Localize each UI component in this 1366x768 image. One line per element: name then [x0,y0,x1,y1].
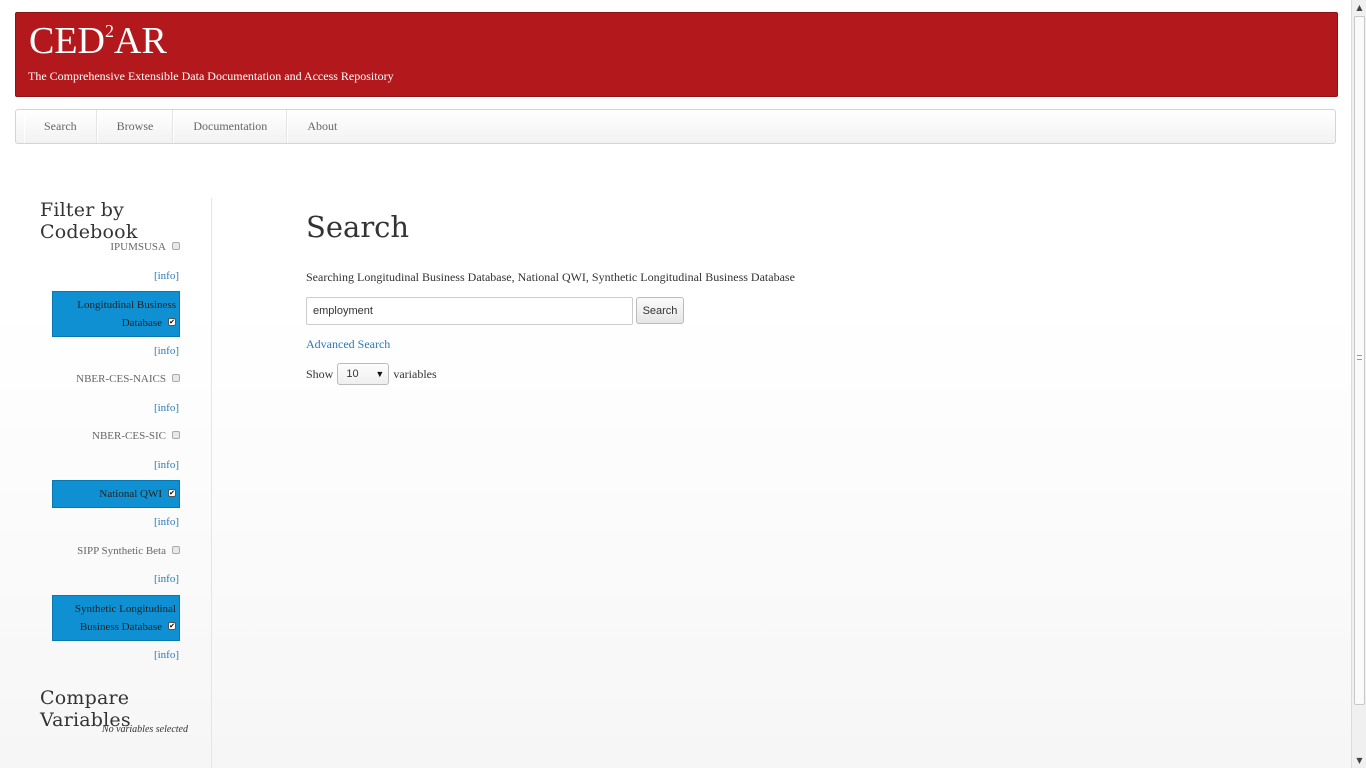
codebook-nber-ces-naics[interactable]: NBER-CES-NAICS [52,370,180,388]
codebook-checkbox[interactable] [172,374,180,383]
codebook-nber-ces-sic[interactable]: NBER-CES-SIC [52,427,180,445]
page: CED2AR The Comprehensive Extensible Data… [0,0,1351,768]
nav-browse[interactable]: Browse [96,110,174,143]
vertical-scrollbar[interactable]: ▲ ▼ [1351,0,1366,768]
codebook-checkbox[interactable] [172,431,180,440]
site-logo[interactable]: CED2AR [29,21,167,61]
codebook-label: SIPP Synthetic Beta [77,545,166,557]
codebook-checkbox[interactable] [172,242,180,251]
site-tagline: The Comprehensive Extensible Data Docume… [28,69,394,83]
codebook-label: IPUMSUSA [110,241,166,253]
info-link-ipumsusa[interactable]: [info] [154,270,179,282]
info-link-synlbd[interactable]: [info] [154,649,179,661]
codebook-label: Synthetic Longitudinal Business Database [74,603,176,633]
scroll-down-icon[interactable]: ▼ [1352,753,1366,768]
page-size-select[interactable]: 10 ▼ [337,363,390,385]
scrollbar-thumb[interactable] [1354,16,1365,705]
header-banner: CED2AR The Comprehensive Extensible Data… [15,12,1338,97]
searching-codebooks-text: Searching Longitudinal Business Database… [306,270,795,284]
sidebar: Filter by Codebook IPUMSUSA [info] Longi… [40,198,212,768]
nav-search[interactable]: Search [24,110,97,143]
codebook-checkbox-checked[interactable]: ✔ [168,318,176,327]
page-title: Search [306,210,410,244]
scrollbar-grip-icon [1357,355,1362,360]
compare-note: No variables selected [101,724,188,735]
info-link-sipp[interactable]: [info] [154,573,179,585]
codebook-checkbox-checked[interactable]: ✔ [168,489,176,498]
codebook-checkbox[interactable] [172,546,180,555]
codebook-label: Longitudinal Business Database [77,299,176,329]
codebook-national-qwi[interactable]: National QWI ✔ [52,480,180,508]
codebook-sipp-synthetic-beta[interactable]: SIPP Synthetic Beta [52,542,180,560]
codebook-label: National QWI [99,488,162,500]
filter-title: Filter by Codebook [40,199,138,243]
variables-label: variables [393,366,437,381]
scroll-up-icon[interactable]: ▲ [1352,0,1366,15]
nav-about[interactable]: About [287,110,356,143]
nav-documentation[interactable]: Documentation [173,110,288,143]
codebook-ipumsusa[interactable]: IPUMSUSA [52,238,180,256]
info-link-lbd[interactable]: [info] [154,345,179,357]
codebook-checkbox-checked[interactable]: ✔ [168,622,176,631]
advanced-search-link[interactable]: Advanced Search [306,337,390,352]
show-label: Show [306,366,334,381]
show-variables-row: Show 10 ▼ variables [306,363,437,385]
info-link-national-qwi[interactable]: [info] [154,516,179,528]
codebook-synthetic-longitudinal-business-database[interactable]: Synthetic Longitudinal Business Database… [52,595,180,641]
search-button[interactable]: Search [636,297,684,324]
info-link-nber-ces-naics[interactable]: [info] [154,402,179,414]
codebook-longitudinal-business-database[interactable]: Longitudinal Business Database ✔ [52,291,180,337]
codebook-label: NBER-CES-SIC [92,430,166,442]
page-size-value: 10 [346,368,359,380]
dropdown-arrow-icon: ▼ [375,369,385,379]
codebook-label: NBER-CES-NAICS [76,373,166,385]
info-link-nber-ces-sic[interactable]: [info] [154,459,179,471]
main-navbar: Search Browse Documentation About [15,109,1336,144]
search-input[interactable] [306,297,633,325]
